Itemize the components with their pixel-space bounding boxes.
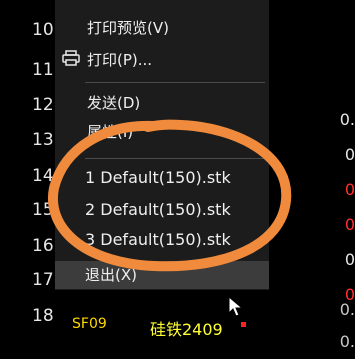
menu-item-send[interactable]: 发送(D) bbox=[87, 92, 140, 113]
menu-item-recent-file-2[interactable]: 2 Default(150).stk bbox=[85, 200, 231, 219]
printer-icon bbox=[62, 50, 80, 66]
row-number-17: 17 bbox=[32, 270, 54, 290]
row-number-12: 12 bbox=[32, 95, 54, 115]
right-value: 0 bbox=[344, 145, 355, 164]
menu-item-print[interactable]: 打印(P)... bbox=[87, 49, 152, 70]
menu-item-print-preview[interactable]: 打印预览(V) bbox=[87, 17, 169, 38]
product-name: 硅铁2409 bbox=[150, 320, 223, 339]
product-code: SF09 bbox=[72, 316, 107, 332]
menu-separator bbox=[85, 158, 265, 159]
row-number-11: 11 bbox=[32, 60, 54, 80]
menu-item-recent-file-1[interactable]: 1 Default(150).stk bbox=[85, 168, 231, 187]
right-value: 0. bbox=[339, 332, 355, 351]
row-number-14: 14 bbox=[32, 166, 54, 186]
menu-item-properties[interactable]: 属性(I) bbox=[87, 121, 133, 142]
menu-item-recent-file-3[interactable]: 3 Default(150).stk bbox=[85, 230, 231, 249]
row-number-13: 13 bbox=[32, 130, 54, 150]
right-value: 0 bbox=[344, 215, 355, 234]
right-value: 0. bbox=[339, 110, 355, 129]
mouse-cursor-icon bbox=[228, 296, 244, 317]
menu-separator bbox=[85, 82, 265, 83]
right-value: 0 bbox=[344, 250, 355, 269]
status-marker bbox=[241, 322, 246, 327]
file-menu: 打印预览(V) 打印(P)... 发送(D) 属性(I) 1 Default(1… bbox=[55, 0, 269, 290]
row-number-18: 18 bbox=[32, 306, 54, 326]
right-value: 0 bbox=[344, 180, 355, 199]
row-number-15: 15 bbox=[32, 200, 54, 220]
menu-item-exit[interactable]: 退出(X) bbox=[55, 261, 269, 289]
row-number-16: 16 bbox=[32, 236, 54, 256]
right-value: 0. bbox=[339, 300, 355, 319]
row-number-10: 10 bbox=[32, 20, 54, 40]
